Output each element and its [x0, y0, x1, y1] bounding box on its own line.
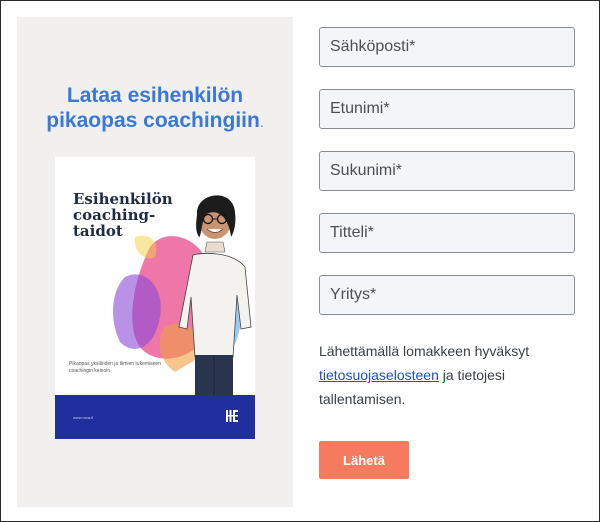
book-subtitle: Pikaopas yksilöiden ja tiimien tukemisee…	[69, 361, 161, 374]
consent-text: Lähettämällä lomakkeen hyväksyt tietosuo…	[319, 339, 569, 411]
lastname-field[interactable]	[319, 151, 575, 191]
form-widget: Lataa esihenkilön pikaopas coachingiin.	[0, 0, 600, 522]
privacy-policy-link[interactable]: tietosuojaselosteen	[319, 367, 439, 383]
book-cover-image: Esihenkilön coaching-taidot Pikaopas yks…	[55, 157, 255, 439]
book-footer-band: www.mca.fi	[55, 395, 255, 439]
promo-headline-dot: .	[259, 114, 264, 130]
company-field[interactable]	[319, 275, 575, 315]
firstname-field[interactable]	[319, 89, 575, 129]
consent-text-before: Lähettämällä lomakkeen hyväksyt	[319, 343, 530, 359]
promo-headline-line2: pikaopas coachingiin	[46, 109, 260, 132]
promo-panel: Lataa esihenkilön pikaopas coachingiin.	[17, 17, 293, 507]
book-title: Esihenkilön coaching-taidot	[73, 190, 173, 240]
brand-logo-icon	[226, 410, 238, 422]
promo-headline: Lataa esihenkilön pikaopas coachingiin.	[17, 83, 293, 135]
book-url: www.mca.fi	[73, 415, 94, 420]
job-title-field[interactable]	[319, 213, 575, 253]
submit-button[interactable]: Lähetä	[319, 441, 409, 479]
email-field[interactable]	[319, 27, 575, 67]
promo-headline-line1: Lataa esihenkilön	[66, 84, 244, 107]
